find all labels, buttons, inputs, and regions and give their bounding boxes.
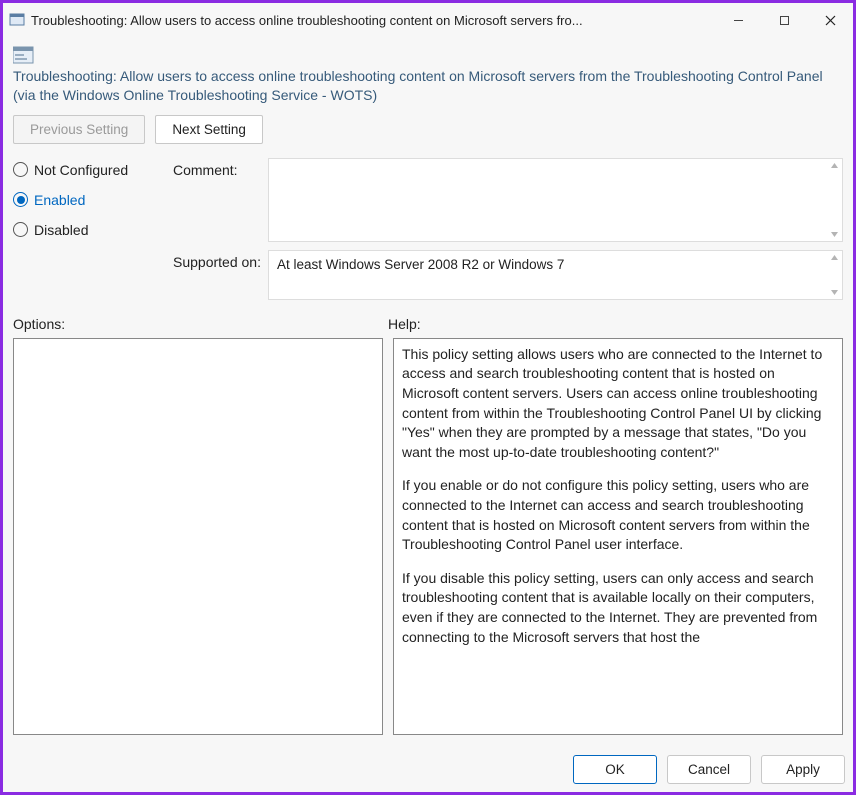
apply-button[interactable]: Apply [761,755,845,784]
maximize-button[interactable] [761,3,807,37]
state-radio-group: Not Configured Enabled Disabled [13,158,173,238]
radio-circle-checked-icon [13,192,28,207]
scroll-down-icon[interactable] [828,230,840,239]
policy-editor-window: Troubleshooting: Allow users to access o… [0,0,856,795]
comment-field[interactable] [269,159,842,241]
panes-header: Options: Help: [13,316,843,332]
content-area: Troubleshooting: Allow users to access o… [3,37,853,745]
close-button[interactable] [807,3,853,37]
help-paragraph: If you enable or do not configure this p… [402,476,830,554]
scroll-up-icon[interactable] [828,161,840,170]
help-pane[interactable]: This policy setting allows users who are… [393,338,843,735]
help-text: This policy setting allows users who are… [402,345,830,647]
footer-buttons: OK Cancel Apply [3,745,853,792]
radio-label: Not Configured [34,162,128,178]
minimize-button[interactable] [715,3,761,37]
radio-circle-icon [13,222,28,237]
app-icon [9,12,25,28]
policy-title: Troubleshooting: Allow users to access o… [13,67,843,105]
radio-disabled[interactable]: Disabled [13,222,173,238]
options-label: Options: [13,316,388,332]
titlebar: Troubleshooting: Allow users to access o… [3,3,853,37]
radio-not-configured[interactable]: Not Configured [13,162,173,178]
supported-label: Supported on: [173,250,268,270]
radio-label: Disabled [34,222,88,238]
scroll-up-icon[interactable] [828,253,840,262]
comment-field-wrap [268,158,843,242]
next-setting-button[interactable]: Next Setting [155,115,263,144]
previous-setting-button: Previous Setting [13,115,145,144]
radio-label: Enabled [34,192,85,208]
supported-field: At least Windows Server 2008 R2 or Windo… [269,251,842,299]
window-title: Troubleshooting: Allow users to access o… [31,13,715,28]
policy-header-icon [13,45,35,65]
help-paragraph: If you disable this policy setting, user… [402,569,830,647]
radio-enabled[interactable]: Enabled [13,192,173,208]
radio-circle-icon [13,162,28,177]
panes-row: This policy setting allows users who are… [13,338,843,735]
nav-row: Previous Setting Next Setting [13,115,843,144]
help-paragraph: This policy setting allows users who are… [402,345,830,463]
options-pane[interactable] [13,338,383,735]
supported-field-wrap: At least Windows Server 2008 R2 or Windo… [268,250,843,300]
ok-button[interactable]: OK [573,755,657,784]
config-grid: Not Configured Enabled Disabled Comment:… [13,158,843,300]
window-controls [715,3,853,37]
help-label: Help: [388,316,421,332]
cancel-button[interactable]: Cancel [667,755,751,784]
comment-label: Comment: [173,158,268,178]
scroll-down-icon[interactable] [828,288,840,297]
